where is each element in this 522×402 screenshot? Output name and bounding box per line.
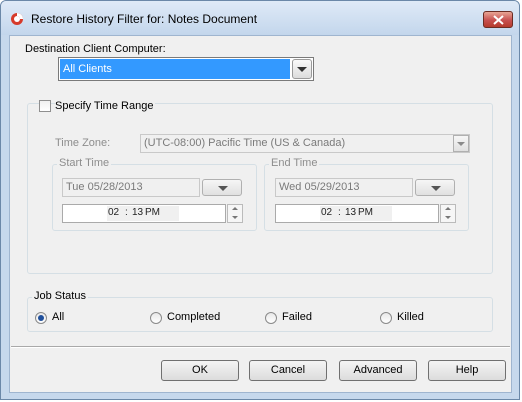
start-minute[interactable]: 13 xyxy=(132,207,143,218)
end-time-separator: : xyxy=(338,207,341,218)
start-ampm[interactable]: PM xyxy=(145,207,160,218)
spinner-down-icon[interactable] xyxy=(445,216,451,219)
start-date-field[interactable]: Tue 05/28/2013 xyxy=(62,178,200,197)
time-range-label: Specify Time Range xyxy=(55,100,156,112)
advanced-button[interactable]: Advanced xyxy=(339,360,417,381)
start-time-spinner[interactable] xyxy=(227,204,243,223)
help-button[interactable]: Help xyxy=(428,360,506,381)
radio-failed[interactable] xyxy=(265,312,277,324)
end-hour[interactable]: 02 xyxy=(321,207,332,218)
dialog-window: Restore History Filter for: Notes Docume… xyxy=(0,0,520,400)
radio-failed-label[interactable]: Failed xyxy=(282,311,312,323)
radio-all-label[interactable]: All xyxy=(52,311,64,323)
start-time-label: Start Time xyxy=(57,157,112,169)
timezone-label: Time Zone: xyxy=(55,137,111,149)
timezone-combo[interactable]: (UTC-08:00) Pacific Time (US & Canada) xyxy=(140,134,470,153)
chevron-down-icon xyxy=(297,67,307,72)
start-date-value: Tue 05/28/2013 xyxy=(66,181,143,193)
window-title: Restore History Filter for: Notes Docume… xyxy=(31,12,258,26)
destination-label: Destination Client Computer: xyxy=(25,43,166,55)
end-time-field[interactable]: 02 : 13 PM xyxy=(275,204,439,223)
start-time-field[interactable]: 02 : 13 PM xyxy=(62,204,226,223)
start-date-calendar-button[interactable] xyxy=(202,179,242,196)
dialog-body: Destination Client Computer: All Clients… xyxy=(9,35,512,393)
end-minute[interactable]: 13 xyxy=(345,207,356,218)
job-status-label: Job Status xyxy=(32,290,88,302)
close-button[interactable] xyxy=(483,11,513,28)
radio-all[interactable] xyxy=(35,312,47,324)
end-ampm[interactable]: PM xyxy=(358,207,373,218)
destination-selected-value: All Clients xyxy=(60,59,290,79)
timezone-dropdown-button[interactable] xyxy=(453,135,469,152)
timezone-value: (UTC-08:00) Pacific Time (US & Canada) xyxy=(144,137,346,149)
end-date-calendar-button[interactable] xyxy=(415,179,455,196)
app-logo-icon xyxy=(11,13,23,25)
start-time-separator: : xyxy=(125,207,128,218)
time-range-checkbox[interactable] xyxy=(39,100,51,112)
spinner-up-icon[interactable] xyxy=(445,207,451,210)
cancel-button[interactable]: Cancel xyxy=(249,360,327,381)
chevron-down-icon xyxy=(457,142,465,146)
spinner-down-icon[interactable] xyxy=(232,216,238,219)
title-bar[interactable]: Restore History Filter for: Notes Docume… xyxy=(1,1,519,35)
radio-completed-label[interactable]: Completed xyxy=(167,311,220,323)
ok-button[interactable]: OK xyxy=(161,360,239,381)
chevron-down-icon xyxy=(218,186,228,191)
end-time-spinner[interactable] xyxy=(440,204,456,223)
radio-killed-label[interactable]: Killed xyxy=(397,311,424,323)
radio-completed[interactable] xyxy=(150,312,162,324)
start-hour[interactable]: 02 xyxy=(108,207,119,218)
destination-combo[interactable]: All Clients xyxy=(58,57,314,81)
radio-killed[interactable] xyxy=(380,312,392,324)
spinner-up-icon[interactable] xyxy=(232,207,238,210)
button-separator xyxy=(11,346,510,348)
destination-dropdown-button[interactable] xyxy=(292,59,312,79)
end-date-value: Wed 05/29/2013 xyxy=(279,181,360,193)
chevron-down-icon xyxy=(431,186,441,191)
end-date-field[interactable]: Wed 05/29/2013 xyxy=(275,178,413,197)
close-icon xyxy=(493,15,504,25)
end-time-label: End Time xyxy=(269,157,320,169)
